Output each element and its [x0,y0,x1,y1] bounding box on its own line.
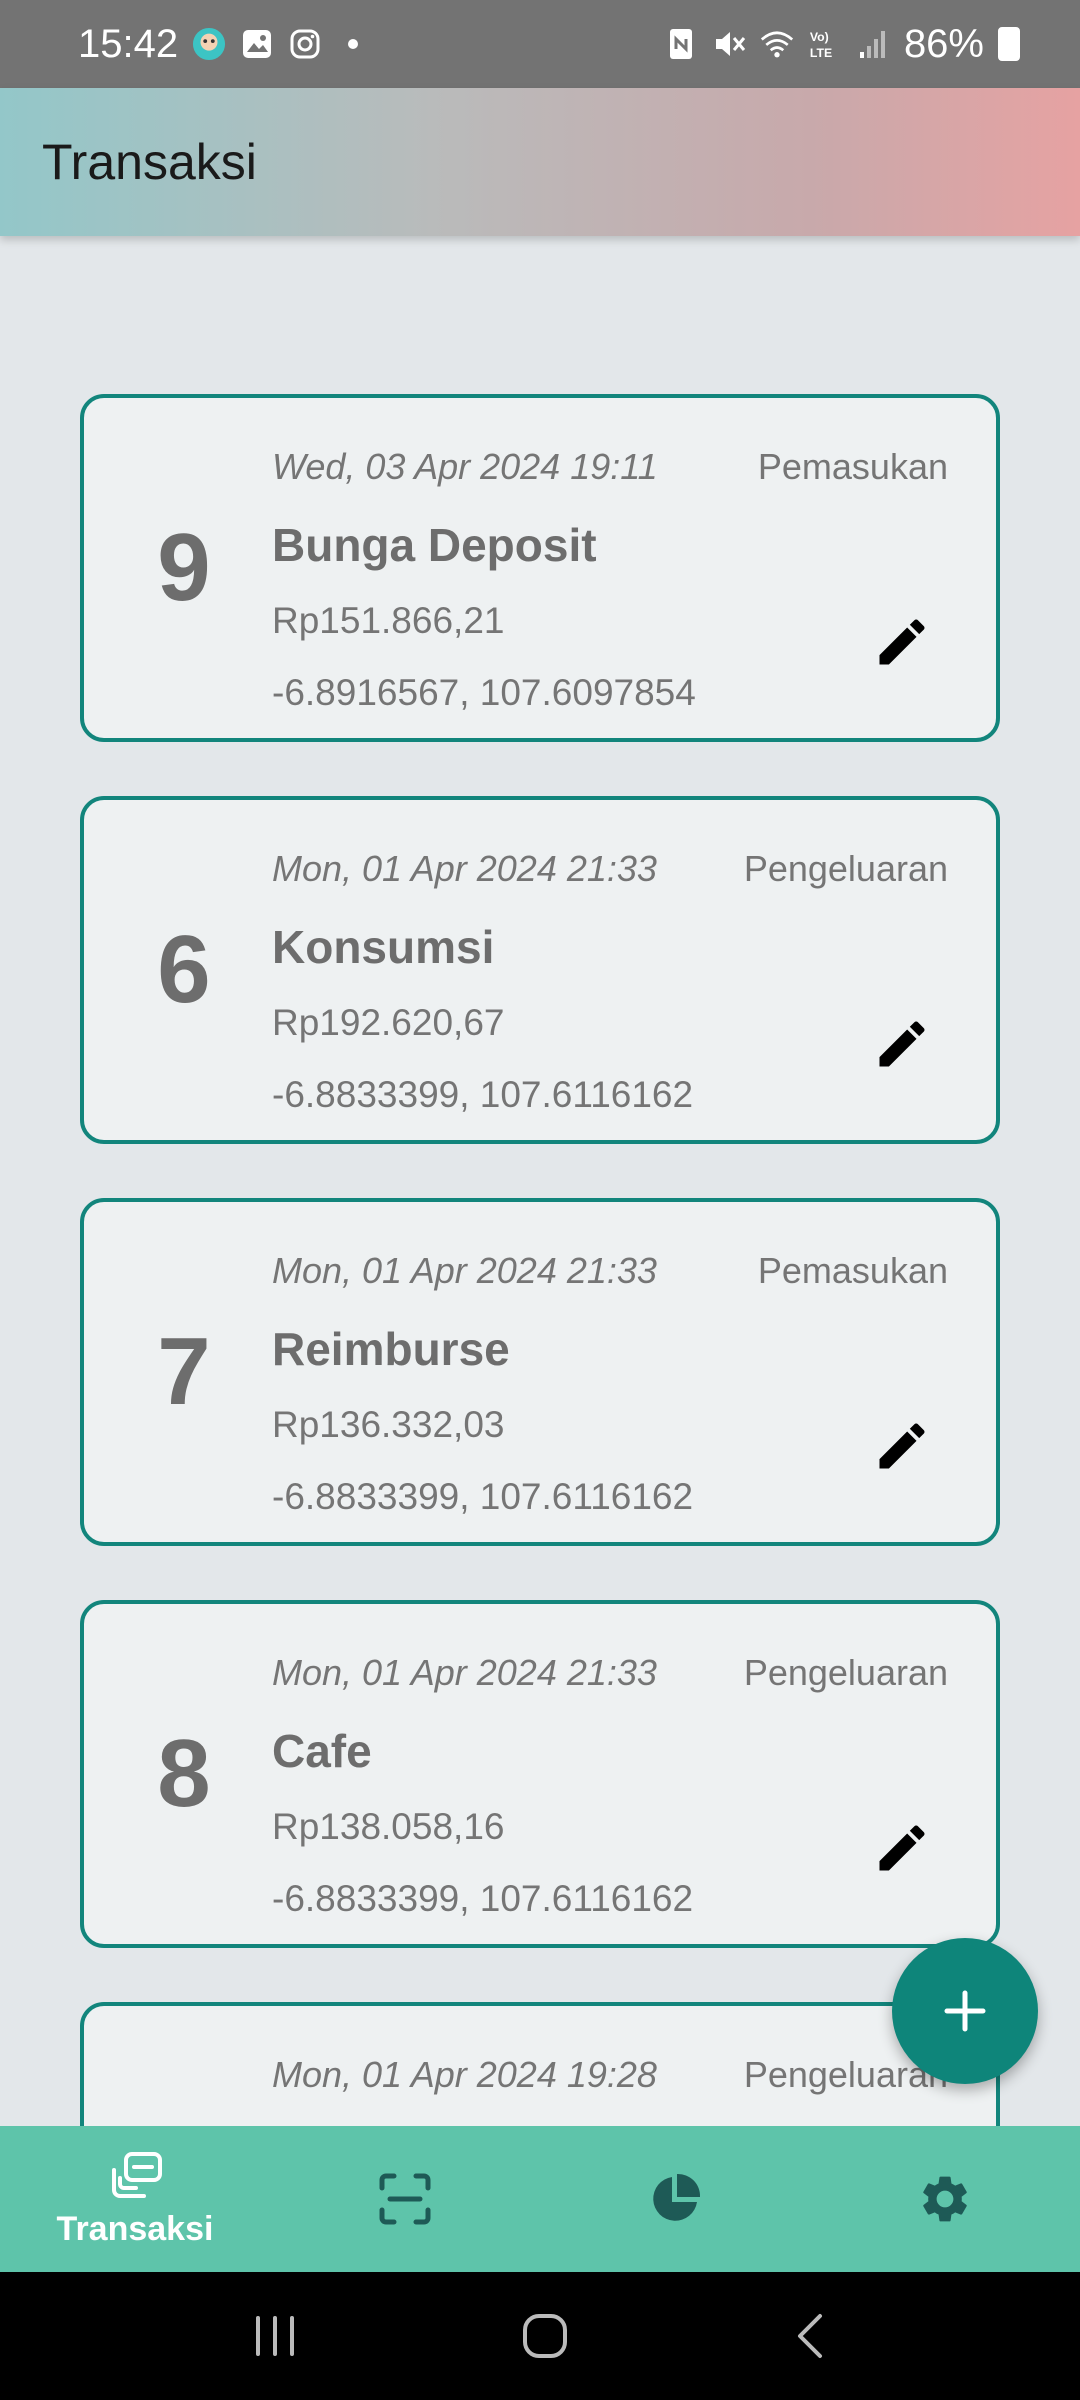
add-transaction-button[interactable] [892,1938,1038,2084]
transaction-card[interactable]: 8 Mon, 01 Apr 2024 21:33 Pengeluaran Caf… [80,1600,1000,1948]
transaction-title: Reimburse [272,1323,510,1375]
battery-icon [998,27,1020,61]
transaction-number: 8 [157,1720,211,1827]
plus-icon [944,1990,986,2032]
transaction-card[interactable]: 7 Mon, 01 Apr 2024 21:33 Pemasukan Reimb… [80,1198,1000,1546]
recents-icon[interactable] [250,2314,300,2358]
transaction-title: Konsumsi [272,921,495,973]
transaction-amount: Rp192.620,67 [272,1002,505,1043]
edit-icon[interactable] [872,1014,932,1074]
gallery-icon [240,27,274,61]
bottom-navigation: Transaksi [0,2126,1080,2272]
page-title: Transaksi [42,134,257,190]
pie-chart-icon [653,2173,701,2221]
edit-icon[interactable] [872,1416,932,1476]
transaction-date: Mon, 01 Apr 2024 21:33 [272,1250,657,1291]
transaction-amount: Rp136.332,03 [272,1404,505,1445]
nfc-icon [664,27,698,61]
transactions-icon [112,2151,162,2198]
transaction-card[interactable]: 6 Mon, 01 Apr 2024 21:33 Pengeluaran Kon… [80,796,1000,1144]
transaction-coordinates: -6.8833399, 107.6116162 [272,1074,694,1115]
transaction-coordinates: -6.8833399, 107.6116162 [272,1878,694,1919]
battery-percent: 86% [903,21,984,66]
settings-icon [923,2176,967,2222]
transaction-title: Bunga Deposit [272,519,597,571]
transaction-card[interactable]: 9 Wed, 03 Apr 2024 19:11 Pemasukan Bunga… [80,394,1000,742]
edit-icon[interactable] [872,1818,932,1878]
app-bar: Transaksi [0,88,1080,236]
transaction-card[interactable]: Mon, 01 Apr 2024 19:28 Pengeluaran [80,2002,1000,2126]
status-bar: 15:42 Vo) LTE 86% [0,0,1080,88]
transaction-type: Pengeluaran [743,848,948,889]
back-icon[interactable] [790,2312,830,2360]
nav-item-scan[interactable] [270,2126,540,2272]
system-navigation-bar [0,2272,1080,2400]
nav-item-transaksi[interactable]: Transaksi [0,2126,270,2272]
nav-label-transaksi: Transaksi [56,2209,214,2248]
transaction-list[interactable]: 9 Wed, 03 Apr 2024 19:11 Pemasukan Bunga… [0,236,1080,2126]
transaction-number: 9 [157,514,211,621]
svg-text:Vo): Vo) [810,30,829,44]
instagram-icon [288,27,322,61]
transaction-coordinates: -6.8916567, 107.6097854 [272,672,696,713]
transaction-amount: Rp151.866,21 [272,600,505,641]
transaction-number: 7 [157,1318,211,1425]
transaction-title: Cafe [272,1725,372,1777]
nav-item-settings[interactable] [810,2126,1080,2272]
transaction-date: Mon, 01 Apr 2024 21:33 [272,1652,657,1693]
edit-icon[interactable] [872,612,932,672]
volte-icon: Vo) LTE [808,27,842,61]
home-icon[interactable] [521,2312,569,2360]
svg-text:LTE: LTE [810,46,832,60]
transaction-date: Mon, 01 Apr 2024 19:28 [272,2054,657,2095]
status-time: 15:42 [78,21,179,66]
transaction-amount: Rp138.058,16 [272,1806,505,1847]
dot-icon [336,27,370,61]
transaction-type: Pengeluaran [743,1652,948,1693]
signal-icon [856,27,890,61]
transaction-date: Wed, 03 Apr 2024 19:11 [272,446,658,487]
transaction-date: Mon, 01 Apr 2024 21:33 [272,848,657,889]
app-notification-icon [192,27,226,61]
mute-icon [712,27,746,61]
nav-item-chart[interactable] [540,2126,810,2272]
wifi-icon [760,27,794,61]
scan-icon [379,2173,431,2225]
transaction-coordinates: -6.8833399, 107.6116162 [272,1476,694,1517]
transaction-type: Pemasukan [757,446,948,487]
transaction-type: Pemasukan [757,1250,948,1291]
transaction-number: 6 [157,916,211,1023]
